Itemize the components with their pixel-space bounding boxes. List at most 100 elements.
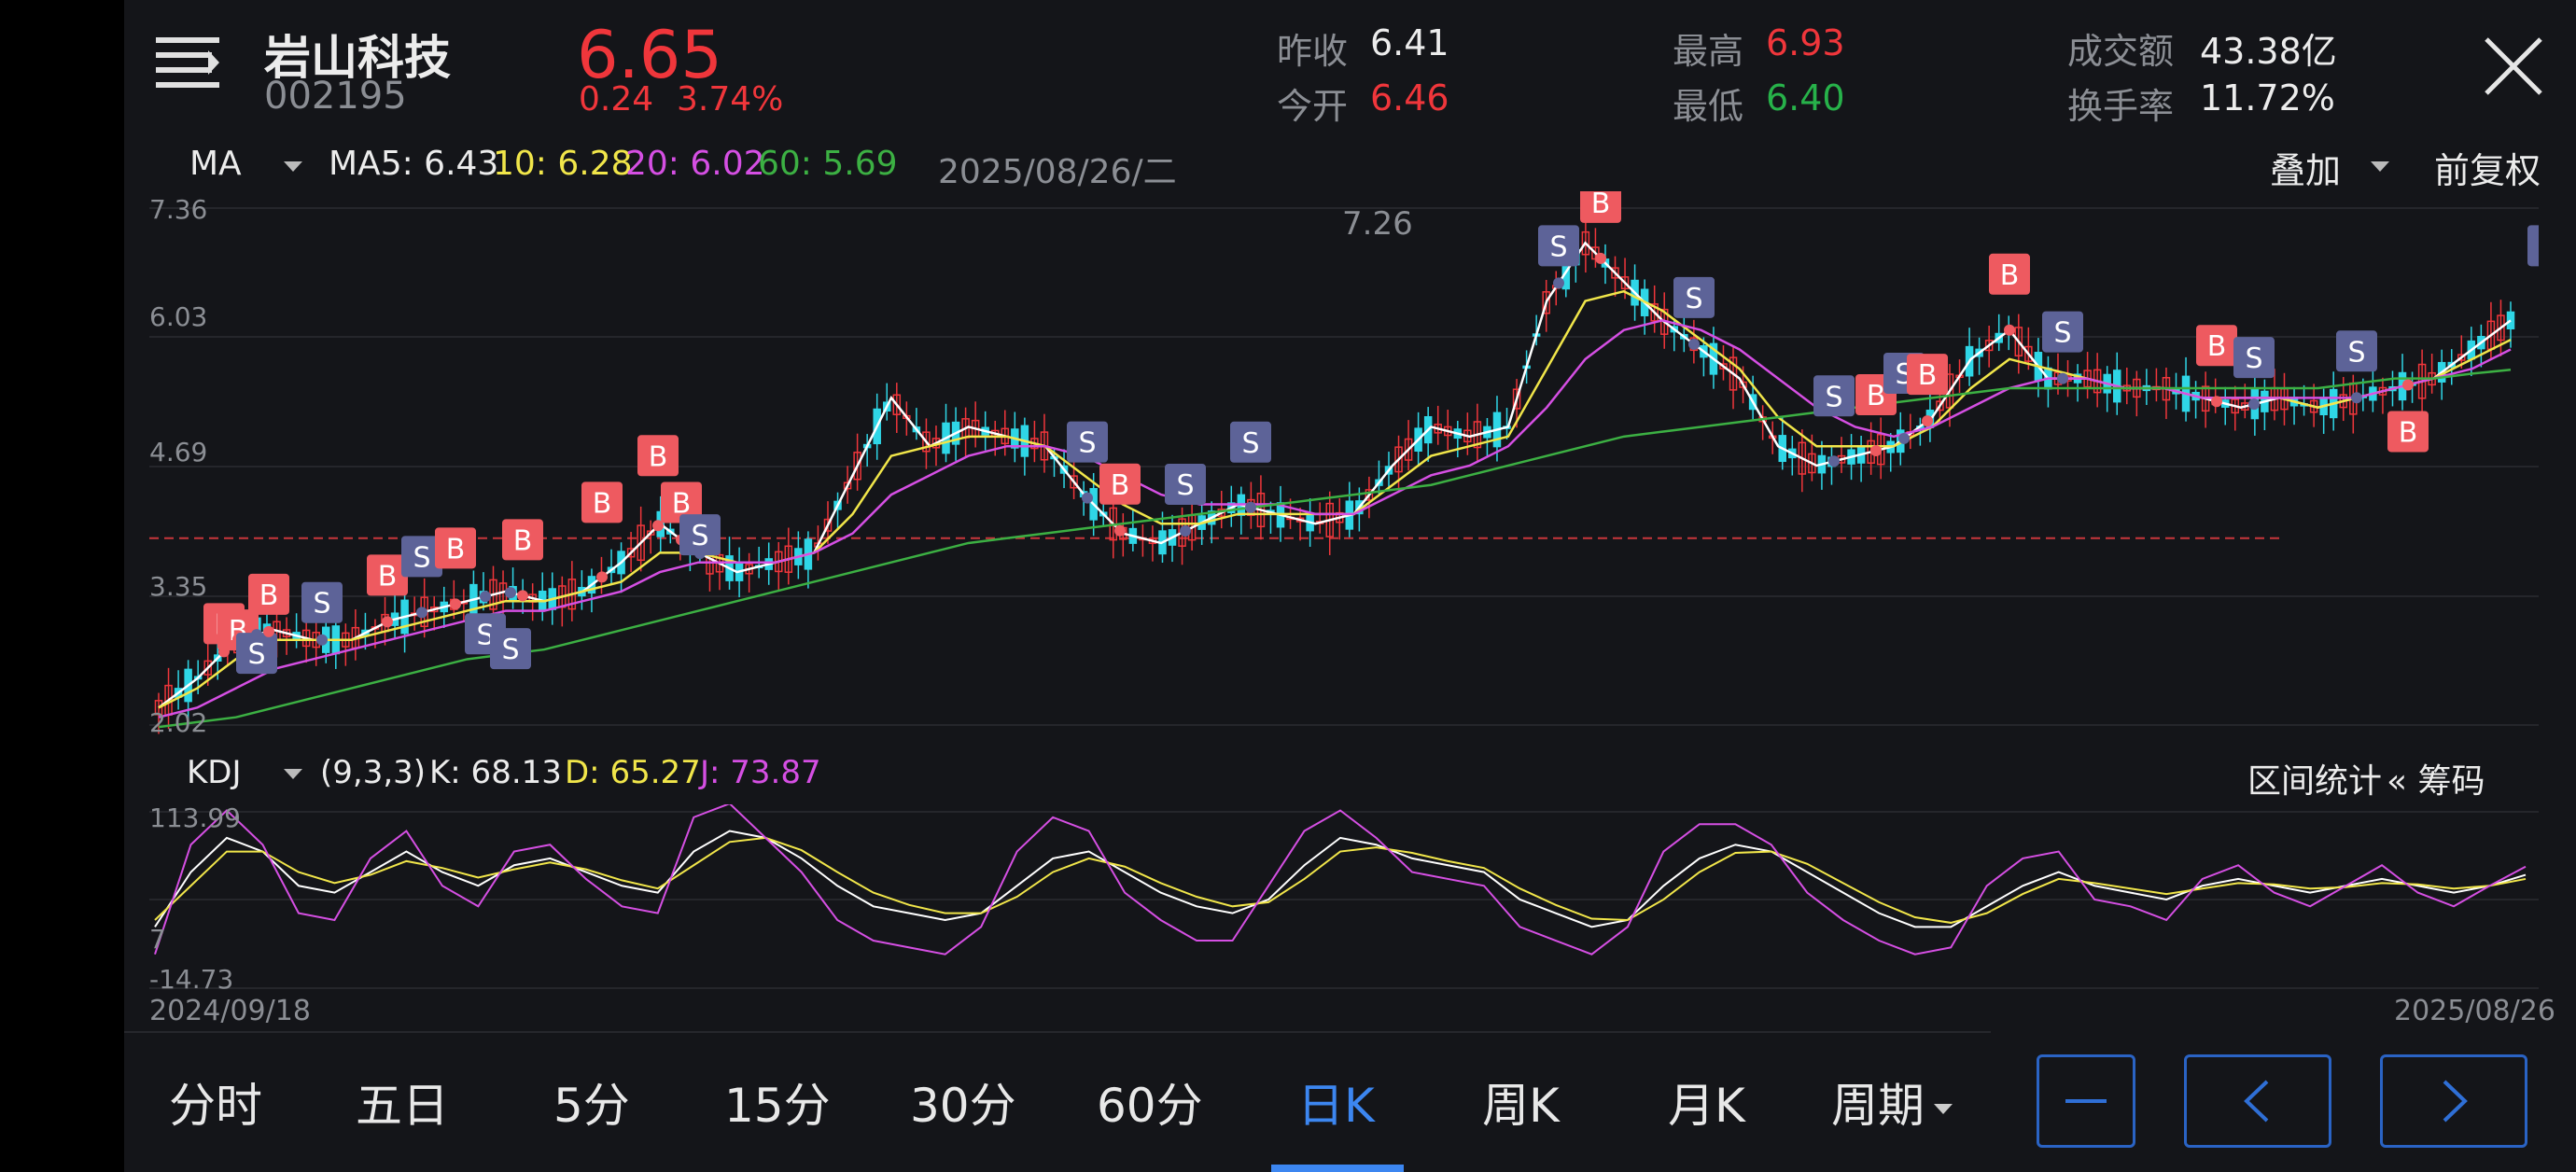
signal-dot: [517, 590, 528, 602]
signal-dot: [1828, 455, 1840, 467]
signal-label: B: [259, 579, 279, 612]
signal-dot: [2351, 392, 2362, 404]
signal-label: B: [2399, 416, 2418, 449]
signal-label: S: [1549, 230, 1567, 263]
kdj-j-value: J: 73.87: [700, 754, 821, 791]
high-label: 最高: [1673, 31, 1744, 72]
signal-dot: [2248, 398, 2260, 411]
tab-daily-k[interactable]: 日K: [1297, 1068, 1375, 1136]
scroll-left-button[interactable]: [2184, 1054, 2331, 1148]
chips-button[interactable]: « 筹码: [2387, 754, 2485, 802]
tab-30min[interactable]: 30分: [910, 1068, 1016, 1136]
signal-dot: [1245, 501, 1256, 513]
turnover-value: 11.72%: [2200, 77, 2335, 119]
signal-dot: [2004, 324, 2015, 336]
signal-label: S: [247, 638, 265, 671]
signal-dot: [251, 629, 262, 641]
prev-close-label: 昨收: [1277, 31, 1349, 72]
kdj-d-value: D: 65.27: [565, 754, 701, 791]
high-value: 6.93: [1766, 22, 1845, 63]
amount-label: 成交额: [2067, 31, 2175, 72]
kdj-axis-bottom: -14.73: [149, 964, 234, 995]
signal-dot: [480, 591, 491, 603]
signal-label: B: [649, 440, 668, 473]
tab-intraday[interactable]: 分时: [169, 1068, 262, 1136]
signal-dot: [1180, 524, 1191, 537]
signal-label: S: [1078, 427, 1096, 460]
signal-dot: [2402, 379, 2414, 391]
stock-code: 002195: [264, 75, 407, 118]
open-label: 今开: [1277, 86, 1349, 127]
price-axis-bottom: 2.02: [149, 707, 208, 738]
kdj-params: (9,3,3): [320, 754, 427, 791]
range-stats-button[interactable]: 区间统计: [2247, 754, 2382, 802]
signal-dot: [2211, 396, 2222, 408]
end-date: 2025/08/26: [2394, 995, 2555, 1027]
close-icon[interactable]: [2481, 34, 2546, 99]
low-value: 6.40: [1766, 77, 1845, 119]
signal-label: S: [2245, 342, 2262, 375]
kdj-dropdown-icon[interactable]: [284, 766, 302, 784]
signal-label: B: [2207, 330, 2227, 363]
signal-label: S: [2347, 336, 2365, 369]
signal-dot: [1082, 492, 1093, 504]
tab-15min[interactable]: 15分: [724, 1068, 831, 1136]
kdj-k-value: K: 68.13: [429, 754, 562, 791]
signal-dot: [596, 571, 608, 583]
tab-5min[interactable]: 5分: [553, 1068, 630, 1136]
signal-label: B: [2000, 259, 2020, 292]
scroll-right-button[interactable]: [2380, 1054, 2527, 1148]
kdj-indicator-select[interactable]: KDJ: [187, 754, 242, 791]
kdj-line-d: [154, 836, 2527, 924]
ma60-value: 60: 5.69: [758, 145, 898, 183]
sell-signal-marker: [2527, 225, 2539, 267]
active-tab-underline: [1271, 1165, 1404, 1172]
signal-label: B: [1918, 359, 1938, 392]
tab-weekly-k[interactable]: 周K: [1482, 1068, 1560, 1136]
price-axis-l4: 3.35: [149, 571, 208, 602]
price-change: 0.24: [579, 80, 654, 119]
period-dropdown-icon[interactable]: [1934, 1101, 1953, 1119]
signal-label: S: [691, 520, 708, 552]
signal-dot: [1114, 524, 1126, 537]
peak-price-label: 7.26: [1342, 205, 1413, 243]
adjust-button[interactable]: 前复权: [2434, 142, 2541, 193]
zoom-out-button[interactable]: [2037, 1054, 2135, 1148]
signal-dot: [1688, 338, 1700, 350]
tab-monthly-k[interactable]: 月K: [1668, 1068, 1745, 1136]
signal-dot: [1898, 432, 1910, 444]
ma-dropdown-icon[interactable]: [284, 159, 302, 176]
signal-label: B: [1591, 191, 1611, 220]
signal-label: S: [1241, 427, 1259, 460]
ma-indicator-select[interactable]: MA: [189, 145, 242, 183]
menu-icon[interactable]: [154, 34, 221, 91]
price-chart[interactable]: BBSBSBSBSSBBBBSSBSSSBSSBSBBSBSSBSSB: [149, 191, 2539, 742]
overlay-dropdown-icon[interactable]: [2371, 159, 2389, 176]
signal-label: B: [1867, 380, 1886, 412]
tab-period-select[interactable]: 周期: [1831, 1068, 1925, 1136]
price-axis-l3: 4.69: [149, 437, 208, 467]
overlay-button[interactable]: 叠加: [2270, 142, 2341, 193]
open-value: 6.46: [1370, 77, 1449, 119]
signal-dot: [694, 548, 706, 560]
low-label: 最低: [1673, 86, 1744, 127]
signal-label: S: [2053, 317, 2071, 350]
signal-label: S: [413, 541, 430, 574]
tab-60min[interactable]: 60分: [1097, 1068, 1203, 1136]
signal-dot: [263, 625, 274, 637]
signal-label: S: [501, 634, 519, 666]
signal-dot: [450, 598, 461, 610]
kdj-line-j: [154, 804, 2527, 956]
selected-date: 2025/08/26/二: [938, 153, 1177, 191]
kdj-chart[interactable]: [149, 804, 2539, 996]
prev-close-value: 6.41: [1370, 22, 1449, 63]
signal-dot: [1595, 252, 1606, 264]
kdj-axis-top: 113.99: [149, 802, 241, 833]
ma20-value: 20: 6.02: [625, 145, 765, 183]
tab-five-day[interactable]: 五日: [356, 1068, 449, 1136]
signal-dot: [505, 587, 516, 599]
price-change-pct: 3.74%: [677, 80, 784, 119]
signal-label: B: [378, 560, 398, 593]
start-date: 2024/09/18: [149, 995, 311, 1027]
signal-dot: [382, 616, 393, 628]
